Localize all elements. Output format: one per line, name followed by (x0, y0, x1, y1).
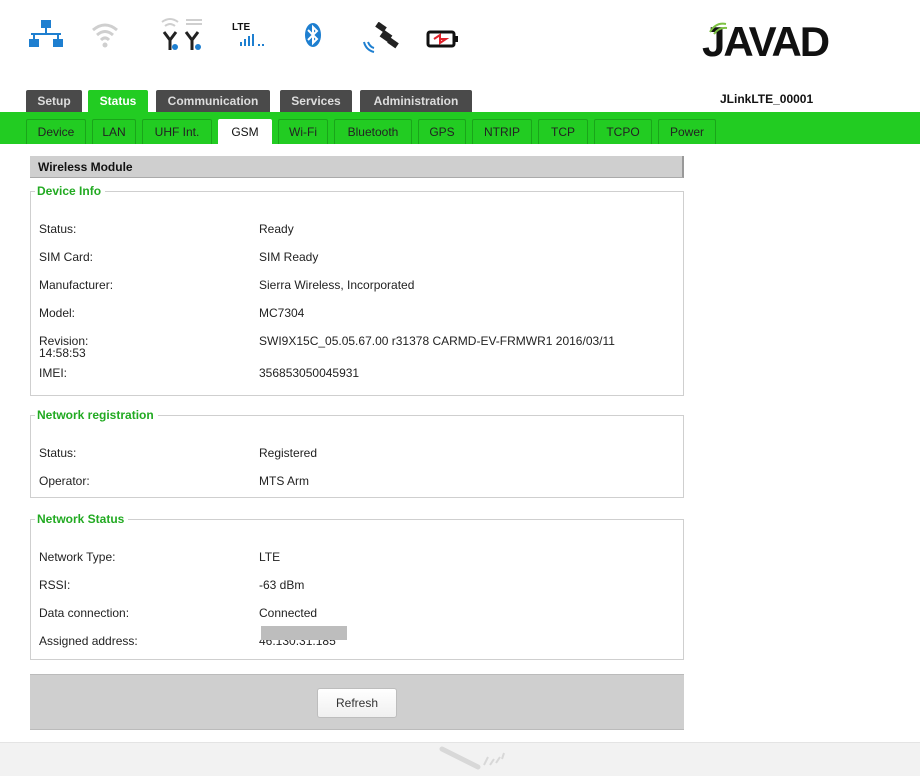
info-value: SWI9X15C_05.05.67.00 r31378 CARMD-EV-FRM… (259, 334, 615, 348)
section-title: Wireless Module (30, 156, 684, 178)
status-icon-bar: LTE JAVAD (0, 0, 920, 88)
info-value: MC7304 (259, 306, 305, 320)
subtab-uhf-int[interactable]: UHF Int. (142, 119, 212, 144)
info-value: 356853050045931 (259, 366, 360, 380)
info-value: -63 dBm (259, 578, 305, 592)
subtab-wifi[interactable]: Wi-Fi (278, 119, 328, 144)
info-value: SIM Ready (259, 250, 319, 264)
info-label: Data connection: (39, 606, 130, 620)
ethernet-network-icon (29, 20, 63, 47)
network-registration-legend: Network registration (37, 408, 154, 422)
info-label-extra: 14:58:53 (39, 346, 86, 360)
wifi-icon (92, 23, 118, 48)
info-value: Connected (259, 606, 318, 620)
info-value: Ready (259, 222, 294, 236)
info-label: Network Type: (39, 550, 116, 564)
refresh-button[interactable]: Refresh (317, 688, 397, 718)
subtab-tcpo[interactable]: TCPO (594, 119, 652, 144)
satellite-icon (363, 22, 399, 53)
info-label: RSSI: (39, 578, 71, 592)
device-info-group: Device Info Status: Ready SIM Card: SIM … (30, 184, 684, 396)
redaction-mask (261, 626, 347, 640)
device-info-legend: Device Info (37, 184, 102, 198)
info-label: Manufacturer: (39, 278, 114, 292)
subtab-power[interactable]: Power (658, 119, 716, 144)
info-label: SIM Card: (39, 250, 94, 264)
content-area: Wireless Module Device Info Status: Read… (0, 144, 920, 776)
network-status-legend: Network Status (37, 512, 125, 526)
info-label: IMEI: (39, 366, 68, 380)
info-value: LTE (259, 550, 281, 564)
main-tab-bar: Setup Status Communication Services Admi… (0, 88, 920, 112)
lte-signal-icon: LTE (232, 22, 272, 50)
brand-logo: JAVAD (702, 20, 831, 60)
info-value: MTS Arm (259, 474, 309, 488)
info-label: Operator: (39, 474, 90, 488)
sub-tab-bar: Device LAN UHF Int. GSM Wi-Fi Bluetooth … (0, 112, 920, 144)
info-label: Assigned address: (39, 634, 138, 648)
info-value: Sierra Wireless, Incorporated (259, 278, 415, 292)
antenna-icon (161, 18, 202, 50)
lte-label: LTE (232, 22, 251, 33)
subtab-tcp[interactable]: TCP (538, 119, 588, 144)
tab-administration[interactable]: Administration (360, 90, 472, 112)
svg-text:JAVAD: JAVAD (702, 20, 829, 60)
subtab-gps[interactable]: GPS (418, 119, 466, 144)
network-registration-group: Network registration Status: Registered … (30, 408, 684, 498)
tab-communication[interactable]: Communication (156, 90, 270, 112)
battery-charging-icon (426, 30, 458, 48)
tab-status[interactable]: Status (88, 90, 148, 112)
subtab-ntrip[interactable]: NTRIP (472, 119, 532, 144)
info-value: Registered (259, 446, 318, 460)
subtab-device[interactable]: Device (26, 119, 86, 144)
device-name: JLinkLTE_00001 (720, 92, 814, 106)
info-label: Status: (39, 222, 77, 236)
footer (0, 742, 920, 776)
tab-setup[interactable]: Setup (26, 90, 82, 112)
info-label: Model: (39, 306, 76, 320)
refresh-bar: Refresh (30, 674, 684, 730)
info-label: Status: (39, 446, 77, 460)
subtab-gsm[interactable]: GSM (218, 119, 272, 144)
network-status-group: Network Status Network Type: LTE RSSI: -… (30, 512, 684, 660)
subtab-lan[interactable]: LAN (92, 119, 136, 144)
subtab-bluetooth[interactable]: Bluetooth (334, 119, 412, 144)
tab-services[interactable]: Services (280, 90, 352, 112)
bluetooth-icon (305, 23, 321, 47)
loading-spinner-icon (439, 746, 505, 770)
